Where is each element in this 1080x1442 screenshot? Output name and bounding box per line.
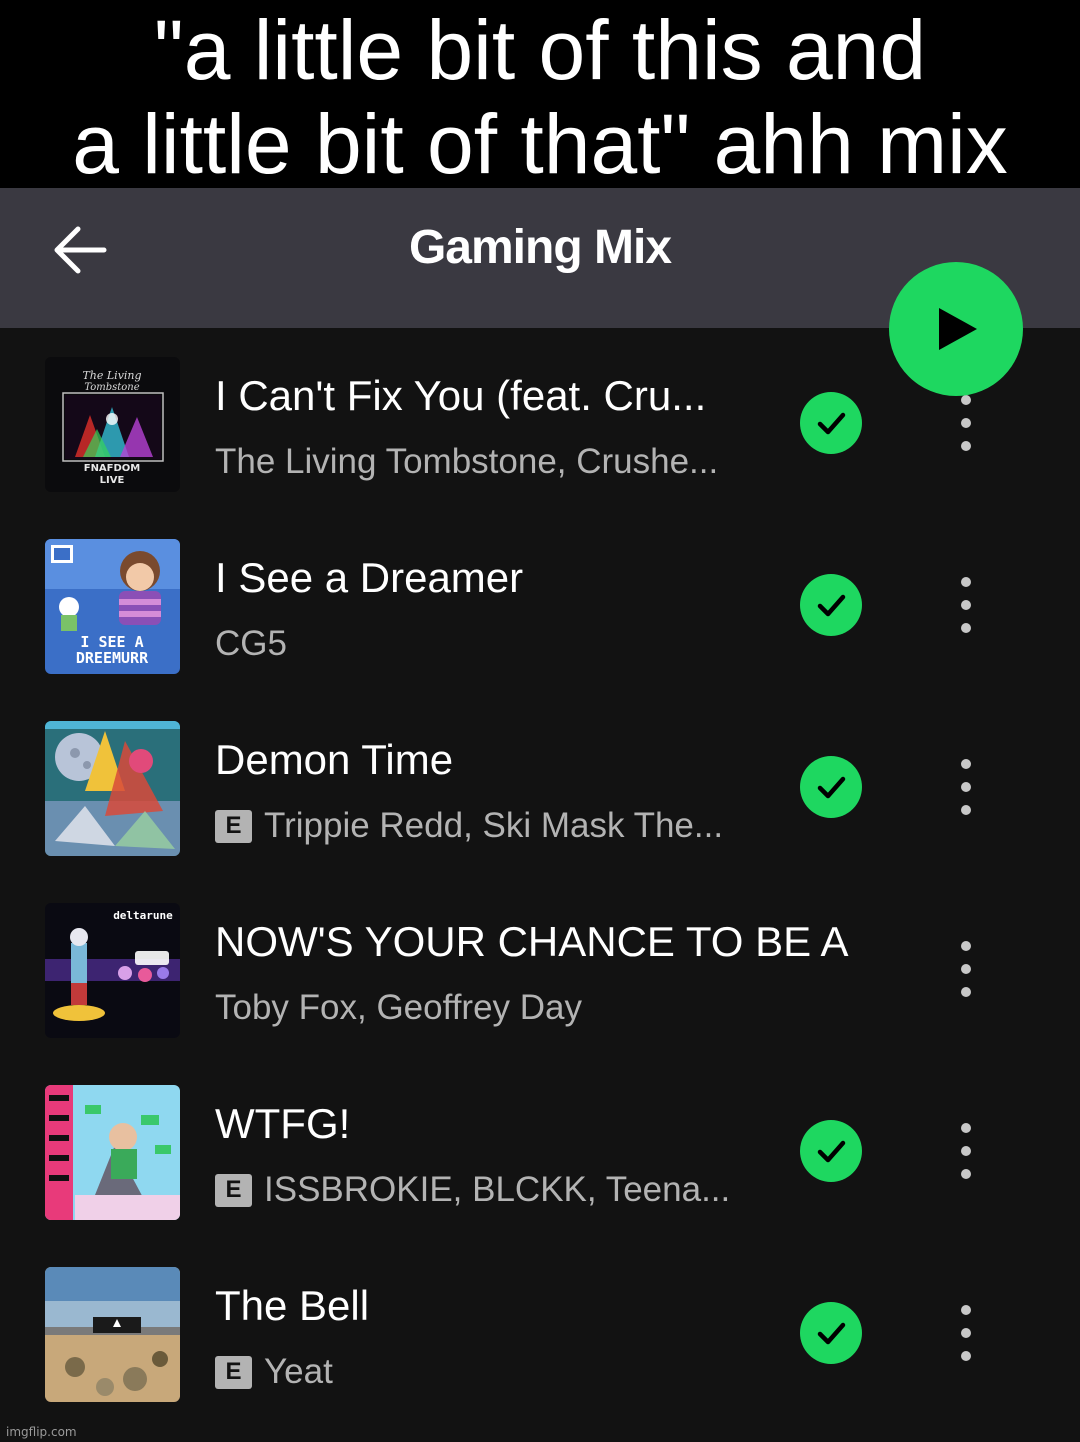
- svg-text:The Living: The Living: [82, 369, 141, 382]
- more-dot-icon: [961, 1351, 971, 1361]
- more-options-button[interactable]: [944, 1106, 988, 1196]
- cover-text: FNAFDOM: [84, 463, 141, 474]
- more-dot-icon: [961, 600, 971, 610]
- track-artists-line: The Living Tombstone, Crushe...: [215, 442, 718, 482]
- more-dot-icon: [961, 987, 971, 997]
- downloaded-check-icon: [800, 574, 862, 636]
- track-list: The Living Tombstone FNAFDOM LIVE I Can'…: [0, 328, 1080, 1442]
- more-dot-icon: [961, 782, 971, 792]
- track-title: WTFG!: [215, 1100, 351, 1147]
- album-cover: [45, 1267, 180, 1402]
- track-artists: Trippie Redd, Ski Mask The...: [264, 806, 724, 845]
- track-artists: Toby Fox, Geoffrey Day: [215, 988, 583, 1027]
- more-options-button[interactable]: [944, 1288, 988, 1378]
- track-row[interactable]: I SEE A DREEMURR I See a Dreamer CG5: [0, 510, 1080, 692]
- album-cover: I SEE A DREEMURR: [45, 539, 180, 674]
- more-dot-icon: [961, 805, 971, 815]
- track-row[interactable]: Demon Time E Trippie Redd, Ski Mask The.…: [0, 692, 1080, 874]
- more-dot-icon: [961, 1146, 971, 1156]
- downloaded-check-icon: [800, 392, 862, 454]
- more-dot-icon: [961, 623, 971, 633]
- more-dot-icon: [961, 1328, 971, 1338]
- downloaded-check-icon: [800, 756, 862, 818]
- track-artists-line: E Yeat: [215, 1352, 333, 1392]
- track-artists-line: Toby Fox, Geoffrey Day: [215, 988, 582, 1028]
- album-cover: The Living Tombstone FNAFDOM LIVE: [45, 357, 180, 492]
- cover-text: DREEMURR: [76, 649, 149, 667]
- downloaded-check-icon: [800, 1120, 862, 1182]
- more-dot-icon: [961, 941, 971, 951]
- album-cover: [45, 1085, 180, 1220]
- explicit-badge: E: [215, 809, 252, 843]
- explicit-badge: E: [215, 1173, 252, 1207]
- more-options-button[interactable]: [944, 924, 988, 1014]
- track-title: The Bell: [215, 1282, 370, 1329]
- svg-text:Tombstone: Tombstone: [84, 382, 139, 393]
- explicit-badge: E: [215, 1355, 252, 1389]
- track-row[interactable]: WTFG! E ISSBROKIE, BLCKK, Teena...: [0, 1056, 1080, 1238]
- more-dot-icon: [961, 441, 971, 451]
- track-artists: ISSBROKIE, BLCKK, Teena...: [264, 1170, 731, 1209]
- more-dot-icon: [961, 1123, 971, 1133]
- more-dot-icon: [961, 1305, 971, 1315]
- more-dot-icon: [961, 759, 971, 769]
- track-title: I Can't Fix You (feat. Cru...: [215, 372, 707, 419]
- more-options-button[interactable]: [944, 560, 988, 650]
- track-title: I See a Dreamer: [215, 554, 524, 601]
- meme-caption: "a little bit of this and a little bit o…: [0, 0, 1080, 191]
- track-title: Demon Time: [215, 736, 454, 783]
- more-dot-icon: [961, 1169, 971, 1179]
- track-row[interactable]: deltarune NOW'S YOUR CHANCE TO BE A Toby…: [0, 874, 1080, 1056]
- track-title: NOW'S YOUR CHANCE TO BE A: [215, 918, 849, 965]
- play-icon: [939, 308, 977, 350]
- track-artists: CG5: [215, 624, 287, 663]
- track-artists-line: E ISSBROKIE, BLCKK, Teena...: [215, 1170, 730, 1210]
- downloaded-check-icon: [800, 1302, 862, 1364]
- page-title: Gaming Mix: [408, 221, 672, 274]
- watermark: imgflip.com: [6, 1425, 77, 1439]
- play-button[interactable]: [889, 262, 1023, 396]
- track-artists: The Living Tombstone, Crushe...: [215, 442, 719, 481]
- more-options-button[interactable]: [944, 742, 988, 832]
- more-dot-icon: [961, 577, 971, 587]
- cover-text: deltarune: [113, 909, 173, 922]
- album-cover: deltarune: [45, 903, 180, 1038]
- album-cover: [45, 721, 180, 856]
- track-artists-line: E Trippie Redd, Ski Mask The...: [215, 806, 723, 846]
- more-dot-icon: [961, 964, 971, 974]
- caption-line-1: "a little bit of this and: [153, 3, 927, 97]
- more-dot-icon: [961, 418, 971, 428]
- caption-line-2: a little bit of that" ahh mix: [72, 97, 1008, 191]
- track-artists: Yeat: [264, 1352, 333, 1391]
- cover-text: LIVE: [100, 475, 125, 486]
- more-dot-icon: [961, 395, 971, 405]
- track-row[interactable]: The Bell E Yeat: [0, 1238, 1080, 1420]
- track-artists-line: CG5: [215, 624, 287, 664]
